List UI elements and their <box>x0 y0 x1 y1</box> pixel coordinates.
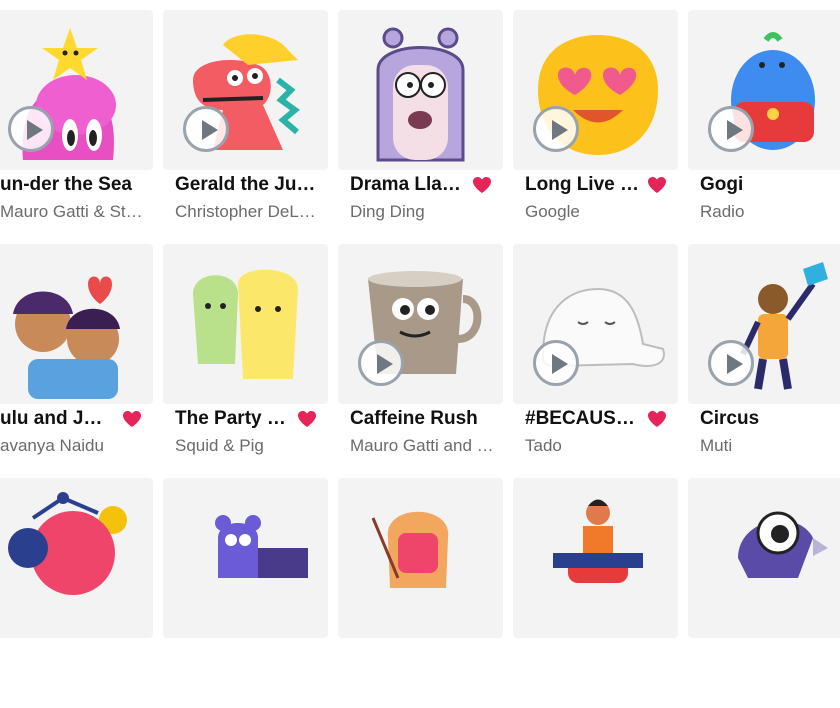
play-icon[interactable] <box>8 106 54 152</box>
pack-title: #BECAUSE… <box>525 408 643 429</box>
pack-title: un-der the Sea <box>0 174 132 195</box>
sticker-thumbnail[interactable] <box>163 10 328 170</box>
sticker-row: un-der the Sea Mauro Gatti & Stef… Geral… <box>0 10 840 240</box>
sticker-thumbnail[interactable] <box>513 478 678 638</box>
sticker-thumbnail[interactable] <box>338 10 503 170</box>
one-eyed-bird-sticker-icon <box>738 511 828 578</box>
sticker-thumbnail[interactable] <box>0 244 153 404</box>
heart-icon[interactable] <box>647 176 667 194</box>
pack-author: Mauro Gatti and S… <box>350 436 500 455</box>
pack-author: Squid & Pig <box>175 436 264 455</box>
play-icon[interactable] <box>533 106 579 152</box>
sticker-thumbnail[interactable] <box>0 478 153 638</box>
play-icon[interactable] <box>183 106 229 152</box>
person-sticker-icon <box>553 499 643 583</box>
pack-title: Gogi <box>700 174 744 195</box>
two-kids-sticker-icon <box>13 276 120 399</box>
heart-icon[interactable] <box>122 410 142 428</box>
play-icon[interactable] <box>708 340 754 386</box>
pack-author: Ding Ding <box>350 202 425 221</box>
sleeping-seal-sticker-icon <box>541 287 665 368</box>
sticker-thumbnail[interactable] <box>163 244 328 404</box>
purple-creature-sticker-icon <box>215 515 308 578</box>
pack-title: Long Live t… <box>525 174 643 195</box>
play-icon[interactable] <box>708 106 754 152</box>
heart-icon[interactable] <box>647 410 667 428</box>
sticker-thumbnail[interactable] <box>513 244 678 404</box>
pack-author: avanya Naidu <box>0 436 104 455</box>
pack-author: Radio <box>700 202 745 221</box>
pack-author: Mauro Gatti & Stef… <box>0 202 150 221</box>
red-dinosaur-sticker-icon <box>193 34 300 150</box>
sticker-thumbnail[interactable] <box>0 10 153 170</box>
heart-eyes-emoji-icon <box>538 35 658 155</box>
heart-icon[interactable] <box>472 176 492 194</box>
play-icon[interactable] <box>533 340 579 386</box>
pack-author: Tado <box>525 436 562 455</box>
blue-blob-sticker-icon <box>731 32 815 150</box>
sticker-thumbnail[interactable] <box>163 478 328 638</box>
llama-hood-sticker-icon <box>376 27 465 162</box>
sticker-thumbnail[interactable] <box>688 244 840 404</box>
pack-title: Gerald the Jura… <box>175 174 317 195</box>
sticker-thumbnail[interactable] <box>338 478 503 638</box>
pack-title: Drama Lla… <box>350 174 461 195</box>
pack-author: Google <box>525 202 580 221</box>
sticker-row: ulu and J… avanya Naidu The Party … Squi… <box>0 244 840 474</box>
sticker-thumbnail[interactable] <box>688 10 840 170</box>
sticker-thumbnail[interactable] <box>513 10 678 170</box>
molecule-blob-sticker-icon <box>8 492 127 595</box>
pack-author: Muti <box>700 436 733 455</box>
circus-monkey-sticker-icon <box>740 262 828 390</box>
sticker-row <box>0 478 840 708</box>
pack-title: ulu and J… <box>0 408 103 429</box>
heart-icon[interactable] <box>297 410 317 428</box>
coffee-mug-sticker-icon <box>368 271 482 374</box>
sticker-thumbnail[interactable] <box>338 244 503 404</box>
pack-author: Christopher DeLor… <box>175 202 325 221</box>
pack-title: The Party … <box>175 408 286 429</box>
pack-title: Caffeine Rush <box>350 408 478 429</box>
play-icon[interactable] <box>358 340 404 386</box>
hugging-toast-sticker-icon <box>193 269 298 379</box>
toast-slice-sticker-icon <box>371 511 449 588</box>
sticker-thumbnail[interactable] <box>688 478 840 638</box>
pack-title: Circus <box>700 408 760 429</box>
